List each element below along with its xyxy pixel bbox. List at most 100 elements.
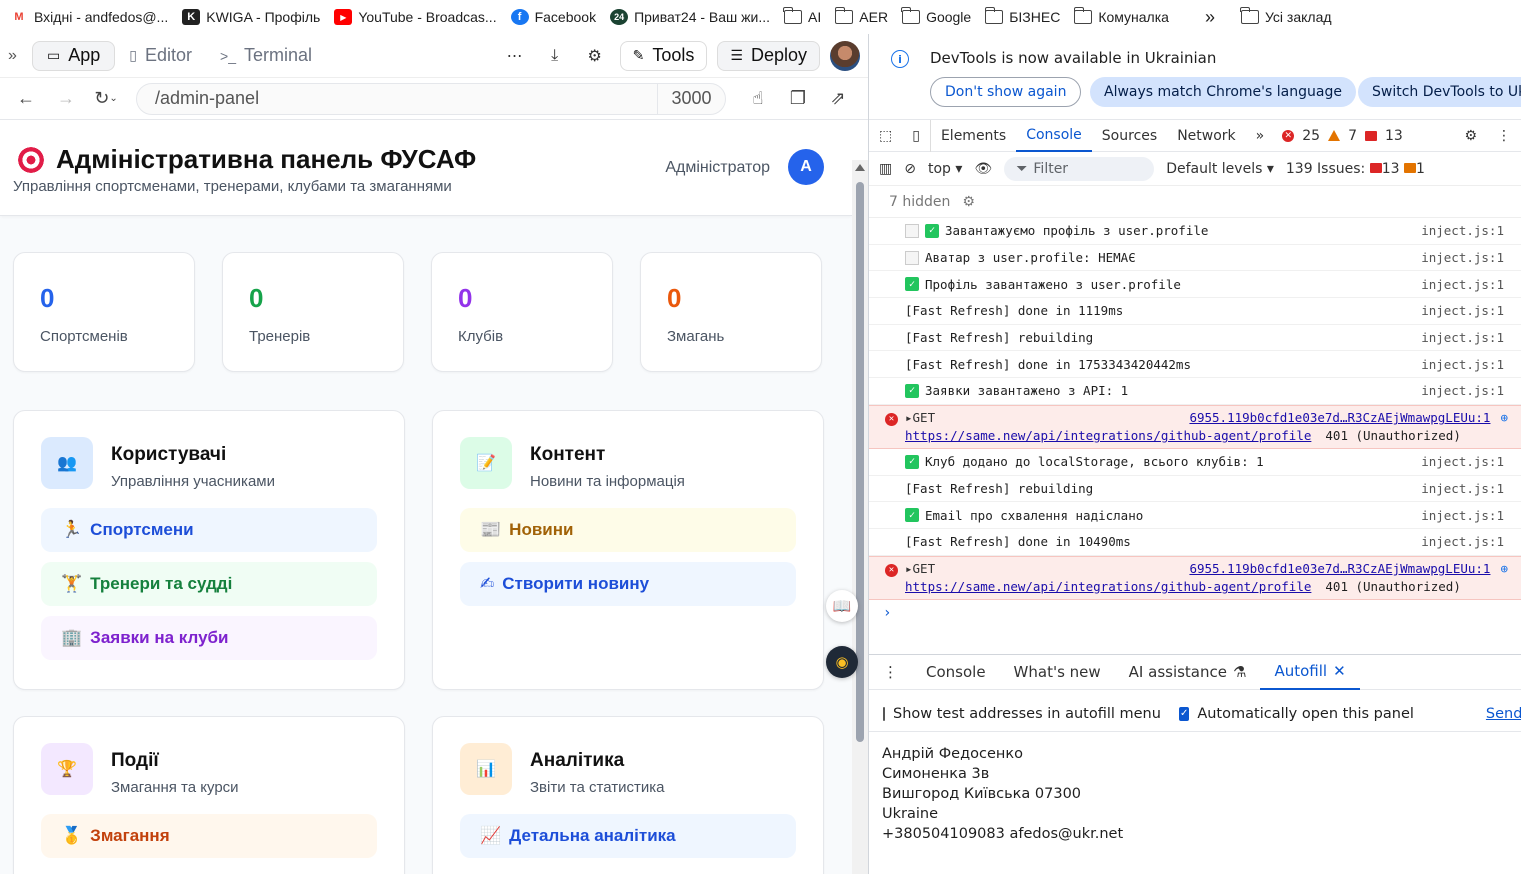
- chart-up-icon: 📈: [480, 826, 502, 845]
- always-match-language-button[interactable]: Always match Chrome's language: [1090, 77, 1356, 107]
- show-test-addresses-checkbox[interactable]: [883, 706, 885, 721]
- devtools-language-banner: i DevTools is now available in Ukrainian…: [869, 34, 1521, 120]
- stat-clubs: 0 Клубів: [431, 252, 613, 372]
- link-athletes[interactable]: 🏃 Спортсмени: [41, 508, 377, 552]
- link-create-news[interactable]: ✍ Створити новину: [460, 562, 796, 606]
- bookmark-folder-ai[interactable]: AI: [783, 7, 821, 25]
- link-competitions[interactable]: 🥇 Змагання: [41, 814, 377, 858]
- external-link-icon[interactable]: ⇗: [818, 84, 858, 114]
- console-counts[interactable]: ✕ 25 7 13: [1282, 128, 1403, 144]
- log-source-link[interactable]: inject.js:1: [1421, 357, 1504, 372]
- link-news[interactable]: 📰 Новини: [460, 508, 796, 552]
- log-source-link[interactable]: inject.js:1: [1421, 330, 1504, 345]
- error-source-link[interactable]: 6955.119b0cfd1e03e7d…R3CzAEjWmawpgLEUu:1: [1189, 561, 1490, 576]
- bookmark-folder-google[interactable]: Google: [901, 7, 971, 25]
- tab-network[interactable]: Network: [1167, 120, 1245, 152]
- log-levels-dropdown[interactable]: Default levels ▾: [1166, 161, 1274, 177]
- drawer-tabs: ⋮ Console What's new AI assistance ⚗ Auto…: [869, 654, 1521, 690]
- log-source-link[interactable]: inject.js:1: [1421, 454, 1504, 469]
- more-icon[interactable]: ⋯: [500, 41, 530, 71]
- error-row[interactable]: ✕ ▸ GET 6955.119b0cfd1e03e7d…R3CzAEjWmawpg…: [869, 404, 1521, 449]
- back-icon[interactable]: ←: [6, 84, 46, 114]
- log-source-link[interactable]: inject.js:1: [1421, 534, 1504, 549]
- scroll-up-arrow-icon[interactable]: [855, 164, 865, 171]
- bookmarks-overflow-button[interactable]: »: [1205, 7, 1215, 28]
- link-club-applications[interactable]: 🏢 Заявки на клуби: [41, 616, 377, 660]
- log-source-link[interactable]: inject.js:1: [1421, 508, 1504, 523]
- devtools-menu-icon[interactable]: ⋮: [1487, 120, 1521, 152]
- error-row[interactable]: ✕ ▸ GET 6955.119b0cfd1e03e7d…R3CzAEjWmawpg…: [869, 555, 1521, 600]
- error-url-link[interactable]: https://same.new/api/integrations/github…: [905, 579, 1311, 594]
- dont-show-again-button[interactable]: Don't show again: [930, 77, 1082, 107]
- bookmark-privat24[interactable]: 24 Приват24 - Ваш жи...: [610, 9, 770, 25]
- bookmark-folder-business[interactable]: БІЗНЕС: [984, 7, 1060, 25]
- log-source-link[interactable]: inject.js:1: [1421, 250, 1504, 265]
- console-prompt[interactable]: ›: [869, 600, 1521, 626]
- issue-warning-icon: [1404, 162, 1416, 173]
- issues-link[interactable]: 139 Issues: 13 1: [1286, 161, 1425, 177]
- bookmark-kwiga[interactable]: K KWIGA - Профіль: [182, 9, 320, 25]
- log-source-link[interactable]: inject.js:1: [1421, 481, 1504, 496]
- extension-icon[interactable]: ◉: [826, 646, 858, 678]
- tab-terminal[interactable]: >_ Terminal: [206, 41, 326, 71]
- bookmark-facebook[interactable]: f Facebook: [510, 9, 596, 25]
- expand-sidebar-icon[interactable]: »: [8, 47, 32, 65]
- hand-pointer-icon[interactable]: ☝: [738, 84, 778, 114]
- log-source-link[interactable]: inject.js:1: [1421, 303, 1504, 318]
- error-icon: ✕: [885, 412, 898, 426]
- drawer-tab-autofill[interactable]: Autofill ✕: [1260, 654, 1360, 690]
- tools-button[interactable]: ✎ Tools: [619, 40, 708, 71]
- gear-icon[interactable]: ⚙: [580, 41, 610, 71]
- tab-console[interactable]: Console: [1016, 120, 1092, 152]
- link-detailed-analytics[interactable]: 📈 Детальна аналітика: [460, 814, 796, 858]
- bookmark-folder-all[interactable]: Усі заклад: [1240, 7, 1332, 25]
- tab-sources[interactable]: Sources: [1092, 120, 1167, 152]
- switch-devtools-language-button[interactable]: Switch DevTools to Uk: [1358, 77, 1521, 107]
- context-selector[interactable]: top ▾: [928, 161, 962, 177]
- drawer-tab-whats-new[interactable]: What's new: [1000, 654, 1115, 690]
- device-toolbar-icon[interactable]: ▯: [902, 119, 931, 152]
- book-icon[interactable]: 📖: [826, 590, 858, 622]
- close-icon[interactable]: ✕: [1333, 662, 1346, 680]
- send-feedback-link[interactable]: Send feed: [1486, 706, 1521, 722]
- user-avatar[interactable]: [830, 40, 860, 71]
- reload-icon[interactable]: ↻ ⌄: [86, 84, 126, 114]
- clear-console-icon[interactable]: ⊘: [904, 161, 916, 177]
- url-input[interactable]: /admin-panel 3000: [136, 82, 726, 115]
- check-icon: ✓: [905, 277, 919, 292]
- bookmark-youtube[interactable]: ▶ YouTube - Broadcas...: [334, 9, 497, 25]
- admin-avatar[interactable]: A: [788, 149, 824, 185]
- expand-triangle-icon[interactable]: ▸: [905, 410, 913, 425]
- console-settings-icon[interactable]: ⚙: [962, 194, 975, 210]
- filter-input[interactable]: ⏷ Filter: [1004, 156, 1155, 181]
- bookmark-gmail[interactable]: M Вхідні - andfedos@...: [10, 9, 168, 25]
- expand-triangle-icon[interactable]: ▸: [905, 561, 913, 576]
- error-source-link[interactable]: 6955.119b0cfd1e03e7d…R3CzAEjWmawpgLEUu:1: [1189, 410, 1490, 425]
- tab-app[interactable]: ▭ App: [32, 40, 116, 71]
- bookmark-folder-aer[interactable]: AER: [834, 7, 888, 25]
- port-field[interactable]: 3000: [657, 83, 725, 114]
- inspect-element-icon[interactable]: ⬚: [869, 120, 902, 152]
- drawer-tab-ai-assistance[interactable]: AI assistance ⚗: [1115, 654, 1261, 690]
- tab-elements[interactable]: Elements: [931, 120, 1016, 152]
- bookmark-folder-utilities[interactable]: Комуналка: [1073, 7, 1169, 25]
- live-expression-eye-icon[interactable]: 👁: [974, 161, 992, 177]
- chevron-double-right-icon: »: [1204, 6, 1215, 27]
- link-coaches-judges[interactable]: 🏋 Тренери та судді: [41, 562, 377, 606]
- sidebar-toggle-icon[interactable]: ▥: [879, 161, 892, 177]
- log-source-link[interactable]: inject.js:1: [1421, 277, 1504, 292]
- more-tabs-icon[interactable]: »: [1246, 120, 1275, 152]
- page-scrollbar[interactable]: [852, 160, 868, 874]
- deploy-button[interactable]: ☰ Deploy: [717, 40, 820, 71]
- error-url-link[interactable]: https://same.new/api/integrations/github…: [905, 428, 1311, 443]
- tab-editor[interactable]: ▯ Editor: [115, 41, 206, 71]
- devtools-settings-icon[interactable]: ⚙: [1454, 120, 1487, 152]
- log-source-link[interactable]: inject.js:1: [1421, 223, 1504, 238]
- drawer-tab-console[interactable]: Console: [912, 654, 1000, 690]
- auto-open-panel-checkbox[interactable]: ✓: [1178, 706, 1190, 721]
- log-source-link[interactable]: inject.js:1: [1421, 383, 1504, 398]
- copy-icon[interactable]: ❐: [778, 84, 818, 114]
- download-icon[interactable]: ⤓: [540, 41, 570, 71]
- drawer-menu-icon[interactable]: ⋮: [869, 654, 912, 690]
- forward-icon[interactable]: →: [46, 84, 86, 114]
